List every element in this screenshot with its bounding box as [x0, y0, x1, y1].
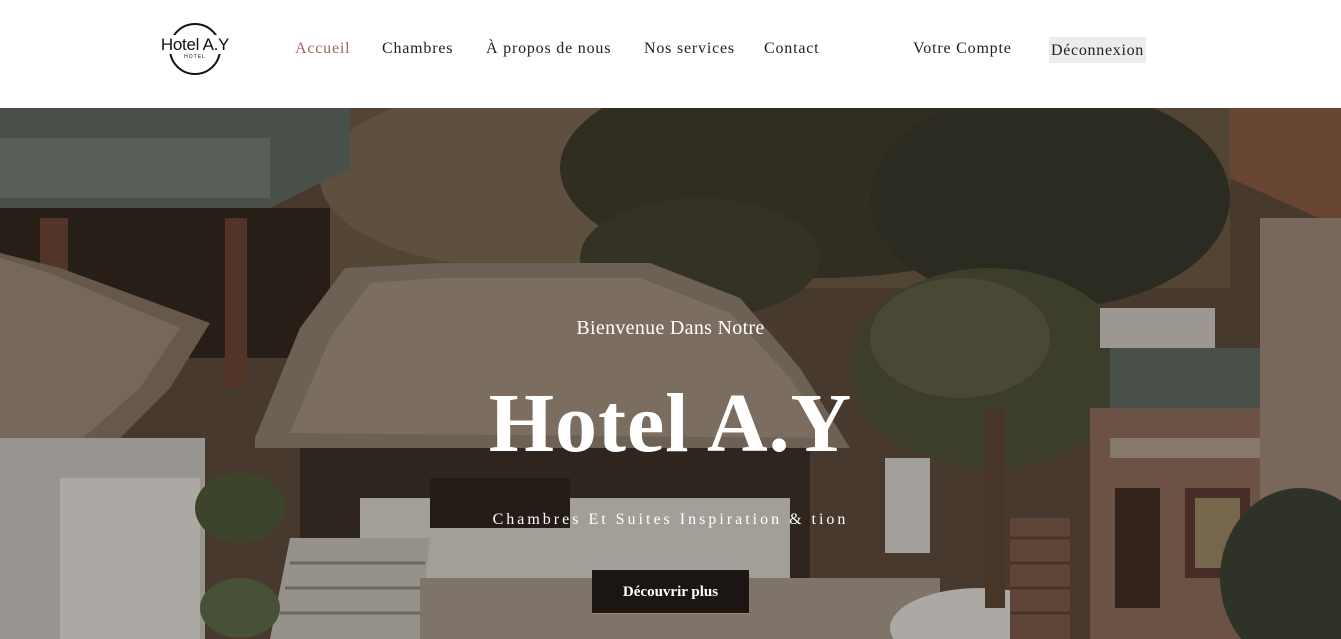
hero-title: Hotel A.Y [488, 377, 853, 470]
nav-item-services[interactable]: Nos services [644, 38, 735, 60]
account-link[interactable]: Votre Compte [913, 38, 1012, 60]
nav-item-a-propos[interactable]: À propos de nous [486, 38, 611, 60]
hero-tagline: Chambres Et Suites Inspiration & tion [492, 511, 849, 528]
logo-text-wrapper: Hotel A.Y [155, 35, 235, 55]
hero-section: Bienvenue Dans Notre Hotel A.Y Chambres … [0, 108, 1341, 639]
logo-subtext: HOTEL [184, 54, 206, 60]
hero-intro-text: Bienvenue Dans Notre [576, 317, 765, 339]
site-header: Hotel A.Y HOTEL Accueil Chambres À propo… [0, 0, 1341, 108]
nav-item-contact[interactable]: Contact [764, 38, 819, 60]
logo-text: Hotel A.Y [159, 35, 231, 54]
hotel-logo[interactable]: Hotel A.Y HOTEL [155, 21, 235, 76]
nav-item-accueil[interactable]: Accueil [295, 38, 350, 60]
nav-item-chambres[interactable]: Chambres [382, 38, 453, 60]
discover-more-button[interactable]: Découvrir plus [592, 570, 749, 614]
logout-button[interactable]: Déconnexion [1049, 37, 1147, 63]
